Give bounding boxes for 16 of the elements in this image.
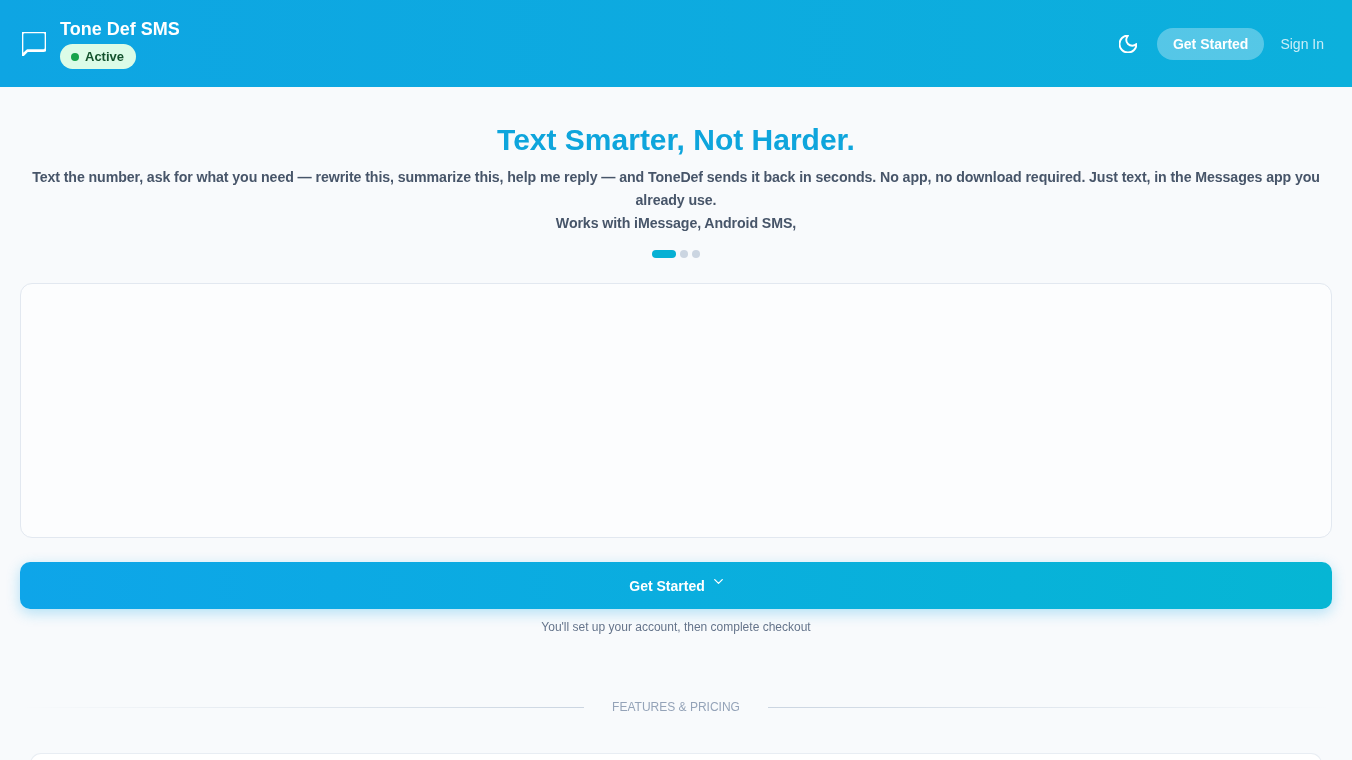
get-started-button[interactable]: Get Started	[1156, 27, 1265, 60]
app-title: Tone Def SMS	[60, 18, 180, 40]
get-started-button[interactable]: Get Started	[20, 562, 1332, 609]
carousel-dot[interactable]	[680, 250, 688, 258]
checkout-note: You'll set up your account, then complete checkout	[540, 619, 812, 635]
hero-description: Text the number, ask for what you need — rewrite this, summarize this, help me reply — and ToneDef sends it back in seconds. No app, no download required. Just text, in the Messages app you already use.	[31, 168, 1321, 210]
hero-tagline: Works with iMessage, Android SMS,	[555, 214, 797, 233]
hero-title: Text Smarter, Not Harder.	[497, 122, 855, 158]
status-dot-icon	[71, 52, 79, 61]
moon-icon	[1118, 34, 1137, 53]
status-badge: Active	[60, 44, 137, 69]
section-label: FEATURES & PRICING	[612, 699, 740, 715]
carousel-dot[interactable]	[692, 250, 700, 258]
sign-in-link[interactable]: Sign In	[1280, 35, 1324, 52]
chat-bubble-icon	[22, 31, 46, 56]
chevron-down-icon	[713, 579, 723, 584]
